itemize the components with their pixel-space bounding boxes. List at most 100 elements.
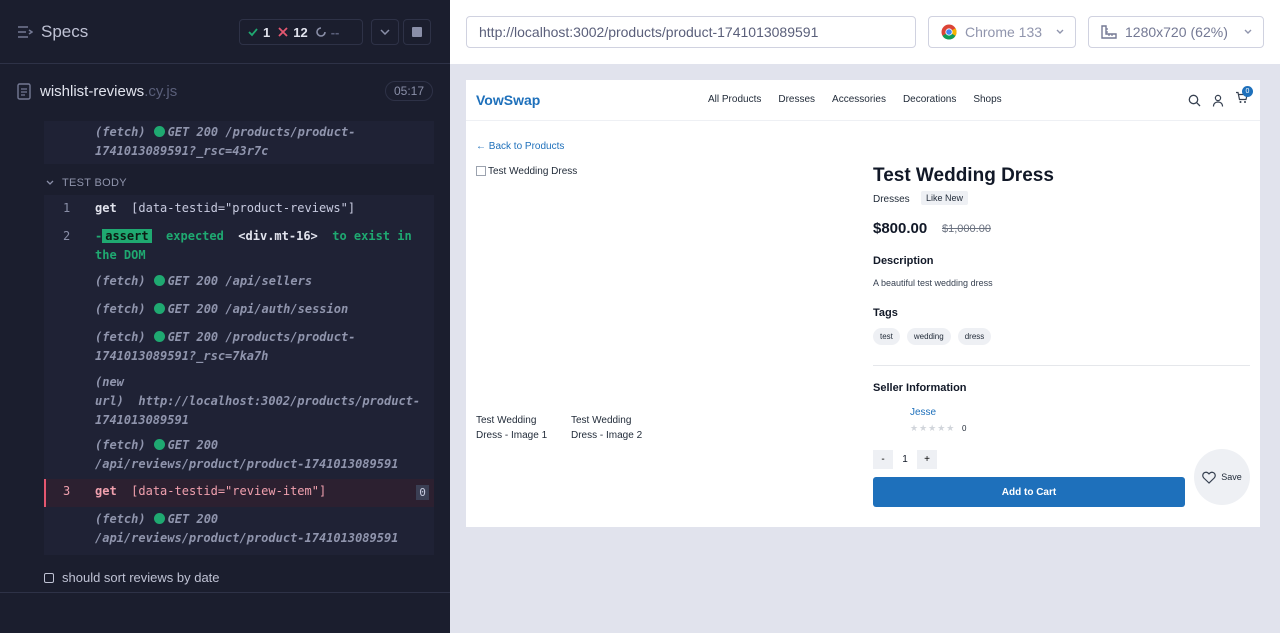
test-title: should sort reviews by date — [62, 570, 220, 585]
original-price: $1,000.00 — [942, 223, 991, 235]
quantity-decrease-button[interactable]: - — [873, 450, 893, 469]
product-price: $800.00 — [873, 220, 928, 237]
thumbnail-alt-text: Test Wedding Dress - Image 1 — [476, 415, 548, 441]
command-assert[interactable]: - assert expected <div.mt-16> to exist in… — [95, 227, 412, 265]
status-dot — [153, 331, 165, 342]
command-new-url[interactable]: (new url) http://localhost:3002/products… — [95, 373, 420, 430]
command-get[interactable]: get [data-testid="product-reviews"] — [95, 199, 355, 218]
search-icon[interactable] — [1188, 94, 1201, 107]
pending-stat: -- — [315, 25, 339, 40]
status-dot — [153, 439, 165, 450]
chevron-down-icon — [380, 29, 390, 35]
main-image-alt-text: Test Wedding Dress — [488, 166, 578, 177]
heart-icon — [1202, 471, 1217, 484]
status-dot — [153, 275, 165, 286]
nav-accessories[interactable]: Accessories — [832, 94, 886, 105]
site-logo[interactable]: VowSwap — [476, 92, 540, 108]
description-heading: Description — [873, 255, 934, 267]
aut-header: http://localhost:3002/products/product-1… — [450, 0, 1280, 64]
specs-button[interactable]: Specs — [17, 22, 88, 42]
pending-checkbox-icon — [44, 572, 54, 583]
save-button[interactable]: Save — [1194, 449, 1250, 505]
menu-icon — [18, 26, 33, 38]
check-icon — [248, 28, 258, 37]
command-fetch: (fetch) GET 200 /products/product- 174101… — [95, 125, 356, 158]
spec-file-name: wishlist-reviews.cy.js — [40, 83, 177, 100]
tag-chip[interactable]: test — [873, 328, 900, 345]
quantity-stepper: - 1 + — [873, 450, 937, 469]
tags-heading: Tags — [873, 307, 898, 319]
command-get-failed: get [data-testid="review-item"] — [95, 484, 327, 498]
back-to-products-link[interactable]: ← Back to Products — [476, 141, 564, 152]
site-header: VowSwap All Products Dresses Accessories… — [466, 80, 1260, 121]
url-bar[interactable]: http://localhost:3002/products/product-1… — [466, 16, 916, 48]
add-to-cart-button[interactable]: Add to Cart — [873, 477, 1185, 507]
viewport-size: 1280x720 — [1125, 24, 1187, 40]
command-fetch[interactable]: (fetch) GET 200 /api/sellers — [95, 272, 312, 291]
seller-rating-stars: ★★★★★ — [910, 423, 956, 433]
main-product-image[interactable]: Test Wedding Dress — [476, 166, 577, 177]
spec-file-row: wishlist-reviews.cy.js — [0, 64, 450, 120]
test-body-label[interactable]: TEST BODY — [46, 177, 127, 189]
app-viewport: VowSwap All Products Dresses Accessories… — [466, 80, 1260, 527]
stop-icon — [412, 27, 422, 37]
quantity-increase-button[interactable]: + — [917, 450, 937, 469]
browser-name: Chrome 133 — [965, 24, 1043, 40]
quantity-value[interactable]: 1 — [893, 450, 917, 469]
command-number: 1 — [63, 201, 71, 215]
thumbnail-image-2[interactable]: Test Wedding Dress - Image 2 — [571, 413, 653, 443]
status-dot — [153, 126, 165, 137]
product-description: A beautiful test wedding dress — [873, 278, 993, 288]
chevron-down-icon — [1056, 29, 1064, 34]
seller-heading: Seller Information — [873, 382, 967, 394]
condition-badge: Like New — [921, 191, 969, 205]
chrome-icon — [941, 24, 957, 40]
passed-stat: 1 — [248, 25, 270, 40]
nav-dresses[interactable]: Dresses — [778, 94, 815, 105]
test-item[interactable]: should sort reviews by date — [44, 570, 220, 585]
specs-label: Specs — [41, 22, 89, 41]
seller-rating-count: 0 — [962, 424, 967, 433]
tag-chip[interactable]: dress — [957, 328, 992, 345]
failed-stat: 12 — [278, 25, 308, 40]
spec-timer: 05:17 — [385, 81, 433, 101]
nav-shops[interactable]: Shops — [973, 94, 1001, 105]
stop-button[interactable] — [403, 19, 431, 45]
document-icon — [17, 83, 31, 100]
ruler-icon — [1101, 25, 1117, 39]
failed-command-row[interactable]: 3 get [data-testid="review-item"] 0 — [44, 479, 434, 507]
command-fetch[interactable]: (fetch) GET 200 /products/product- 174101… — [95, 328, 355, 366]
browser-selector[interactable]: Chrome 133 — [928, 16, 1076, 48]
tags-list: test wedding dress — [873, 328, 992, 345]
passed-count: 1 — [263, 24, 271, 40]
seller-name-link[interactable]: Jesse — [910, 407, 936, 418]
spec-file-basename: wishlist-reviews — [40, 83, 145, 100]
test-stats: 1 12 -- — [239, 19, 363, 45]
cart-button[interactable]: 0 — [1235, 86, 1253, 109]
command-fetch[interactable]: (fetch) GET 200 /api/auth/session — [95, 300, 348, 319]
nav-decorations[interactable]: Decorations — [903, 94, 956, 105]
cart-count-badge: 0 — [1242, 86, 1253, 97]
main-nav: All Products Dresses Accessories Decorat… — [708, 94, 1002, 105]
command-number: 3 — [63, 484, 71, 498]
command-fetch[interactable]: (fetch) GET 200 /api/reviews/product/prod… — [95, 436, 398, 474]
tag-chip[interactable]: wedding — [906, 328, 951, 345]
status-dot — [153, 513, 165, 524]
spinner-icon — [315, 27, 326, 37]
spec-file-ext: .cy.js — [144, 83, 178, 100]
nav-all-products[interactable]: All Products — [708, 94, 761, 105]
viewport-scale: (62%) — [1190, 24, 1228, 40]
divider — [0, 592, 450, 593]
chevron-down-icon — [1244, 29, 1252, 34]
x-icon — [278, 27, 288, 37]
command-number: 2 — [63, 229, 71, 243]
header-icons: 0 — [1188, 86, 1253, 109]
command-fetch[interactable]: (fetch) GET 200 /api/reviews/product/prod… — [95, 510, 398, 548]
thumbnail-image-1[interactable]: Test Wedding Dress - Image 1 — [476, 413, 558, 443]
user-icon[interactable] — [1212, 94, 1224, 107]
reporter-header: Specs 1 12 -- — [0, 0, 450, 64]
viewport-selector[interactable]: 1280x720 (62%) — [1088, 16, 1264, 48]
dropdown-button[interactable] — [371, 19, 399, 45]
product-category: Dresses — [873, 194, 910, 205]
thumbnail-alt-text: Test Wedding Dress - Image 2 — [571, 415, 643, 441]
